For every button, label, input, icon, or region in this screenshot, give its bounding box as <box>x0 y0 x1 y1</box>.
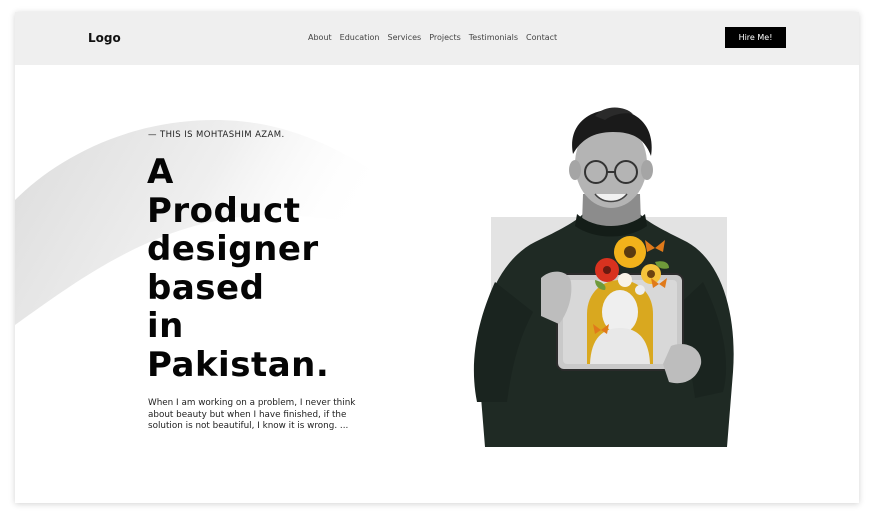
page-card: Logo About Education Services Projects T… <box>15 12 859 503</box>
hero-description: When I am working on a problem, I never … <box>148 398 356 431</box>
hero-headline: A Product designer based in Pakistan. <box>147 153 387 384</box>
nav-item-testimonials[interactable]: Testimonials <box>469 33 518 42</box>
nav-item-projects[interactable]: Projects <box>429 33 461 42</box>
nav-item-education[interactable]: Education <box>340 33 380 42</box>
portrait-image <box>473 107 734 447</box>
headline-line: designer <box>147 229 319 269</box>
headline-line: in <box>147 306 184 346</box>
hire-me-button[interactable]: Hire Me! <box>725 27 786 48</box>
logo[interactable]: Logo <box>88 31 121 45</box>
nav-item-about[interactable]: About <box>308 33 332 42</box>
top-navigation-bar: Logo About Education Services Projects T… <box>15 12 859 65</box>
nav-item-services[interactable]: Services <box>387 33 421 42</box>
headline-line: based <box>147 267 265 308</box>
headline-line: Product <box>147 190 301 231</box>
main-nav: About Education Services Projects Testim… <box>308 33 557 42</box>
nav-item-contact[interactable]: Contact <box>526 33 557 42</box>
hero-kicker: — THIS IS MOHTASHIM AZAM. <box>148 130 285 140</box>
headline-line: A <box>147 152 174 192</box>
headline-line: Pakistan. <box>147 344 330 385</box>
